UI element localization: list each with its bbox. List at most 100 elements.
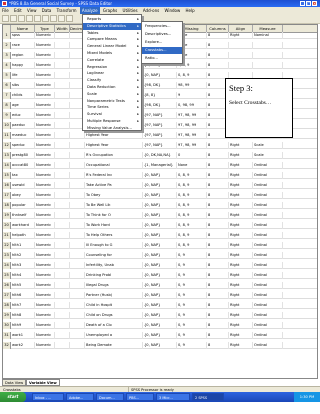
cell-align[interactable]: Right (229, 32, 253, 39)
cell-width[interactable] (55, 232, 70, 239)
cell-measure[interactable]: Ordinal (253, 162, 283, 169)
cell-columns[interactable]: 8 (207, 182, 229, 189)
cell-values[interactable]: {0, NAP} (143, 312, 177, 319)
cell-decimals[interactable] (70, 252, 85, 259)
cell-name[interactable]: usewld (11, 182, 35, 189)
cell-width[interactable] (55, 252, 70, 259)
cell-decimals[interactable] (70, 322, 85, 329)
cell-name[interactable]: hlth4 (11, 272, 35, 279)
cell-values[interactable]: {97, NAP} (143, 112, 177, 119)
cell-name[interactable]: paeduc (11, 122, 35, 129)
cell-width[interactable] (55, 292, 70, 299)
cell-align[interactable]: Right (229, 202, 253, 209)
cell-label[interactable]: Ill Enough to G (85, 242, 143, 249)
cell-label[interactable]: Child in Hospit (85, 302, 143, 309)
cell-columns[interactable]: 8 (207, 312, 229, 319)
submenu-item[interactable]: Explore... (142, 39, 182, 46)
cell-measure[interactable]: Ordinal (253, 332, 283, 339)
cell-values[interactable]: {0, NAP} (143, 182, 177, 189)
cell-name[interactable]: popular (11, 202, 35, 209)
cell-decimals[interactable] (70, 152, 85, 159)
cell-type[interactable]: Numeric (35, 182, 55, 189)
cell-decimals[interactable] (70, 312, 85, 319)
cell-type[interactable]: Numeric (35, 152, 55, 159)
cell-measure[interactable]: Ordinal (253, 172, 283, 179)
cell-missing[interactable]: 97, 98, 99 (177, 112, 207, 119)
cell-values[interactable]: {0, NAP} (143, 252, 177, 259)
cell-values[interactable]: {0, NAP} (143, 342, 177, 349)
cell-measure[interactable]: Ordinal (253, 202, 283, 209)
cell-type[interactable]: Numeric (35, 322, 55, 329)
cell-values[interactable]: {0, NAP} (143, 202, 177, 209)
table-row[interactable]: 18 popular Numeric To Be Well Lik {0, NAP} 0,… (3, 202, 317, 209)
cell-measure[interactable]: Ordinal (253, 282, 283, 289)
cell-label[interactable]: R's Occupation (85, 152, 143, 159)
cell-missing[interactable]: 0, 8, 9 (177, 172, 207, 179)
menu-data[interactable]: Data (40, 7, 54, 14)
cell-missing[interactable]: 0, 9 (177, 292, 207, 299)
cell-values[interactable]: {0, NAP} (143, 192, 177, 199)
table-row[interactable]: 26 hlth5 Numeric Illegal Drugs {0, NAP} 0, 98… (3, 282, 317, 289)
cell-missing[interactable]: 97, 98, 99 (177, 132, 207, 139)
cell-measure[interactable]: Ordinal (253, 322, 283, 329)
cell-decimals[interactable] (70, 192, 85, 199)
cell-type[interactable]: Numeric (35, 292, 55, 299)
cell-measure[interactable]: Ordinal (253, 242, 283, 249)
cell-label[interactable]: Drinking Probl (85, 272, 143, 279)
cell-width[interactable] (55, 102, 70, 109)
cell-width[interactable] (55, 32, 70, 39)
taskbar-item[interactable]: Adobe... (66, 393, 94, 401)
table-row[interactable]: 28 hlth7 Numeric Child in Hospit {0, NAP} 0, … (3, 302, 317, 309)
cell-missing[interactable]: 0, 8, 9 (177, 232, 207, 239)
cell-type[interactable]: Numeric (35, 32, 55, 39)
cell-label[interactable]: To Think for O (85, 212, 143, 219)
cell-values[interactable]: {0, NAP} (143, 222, 177, 229)
cell-label[interactable]: Counseling for (85, 252, 143, 259)
cell-values[interactable]: {8, 8} (143, 92, 177, 99)
cell-columns[interactable]: 8 (207, 322, 229, 329)
cell-values[interactable]: {98, DK} (143, 82, 177, 89)
cell-type[interactable]: Numeric (35, 52, 55, 59)
cell-width[interactable] (55, 42, 70, 49)
cell-label[interactable]: Highest Year (85, 132, 143, 139)
cell-values[interactable]: {0, NAP} (143, 232, 177, 239)
cell-type[interactable]: Numeric (35, 82, 55, 89)
cell-label[interactable]: To Work Hard (85, 222, 143, 229)
cell-label[interactable]: R's Federal Inc (85, 172, 143, 179)
cell-label[interactable]: Being Demote (85, 342, 143, 349)
cell-width[interactable] (55, 212, 70, 219)
cell-width[interactable] (55, 152, 70, 159)
cell-label[interactable]: To Be Well Lik (85, 202, 143, 209)
table-row[interactable]: 23 hlth2 Numeric Counseling for {0, NAP} 0, 9… (3, 252, 317, 259)
cell-columns[interactable]: 8 (207, 252, 229, 259)
cell-values[interactable]: {98, DK} (143, 102, 177, 109)
cell-type[interactable]: Numeric (35, 192, 55, 199)
cell-missing[interactable]: 0, 8, 9 (177, 212, 207, 219)
table-row[interactable]: 25 hlth4 Numeric Drinking Probl {0, NAP} 0, 9… (3, 272, 317, 279)
cell-name[interactable]: hlth7 (11, 302, 35, 309)
cell-values[interactable]: {0, NAP} (143, 242, 177, 249)
cell-label[interactable]: To Obey (85, 192, 143, 199)
cell-missing[interactable]: 0, 8, 9 (177, 72, 207, 79)
cell-name[interactable]: prestg80 (11, 152, 35, 159)
cell-columns[interactable]: 8 (207, 292, 229, 299)
table-row[interactable]: 16 usewld Numeric Take Active Pa {0, NAP} 0, … (3, 182, 317, 189)
cell-missing[interactable]: None (177, 162, 207, 169)
cell-name[interactable]: hlth8 (11, 312, 35, 319)
cell-width[interactable] (55, 272, 70, 279)
cell-measure[interactable]: Ordinal (253, 272, 283, 279)
undo-icon[interactable] (34, 15, 41, 22)
maximize-button[interactable]: □ (306, 1, 311, 6)
cell-missing[interactable]: 0, 9 (177, 322, 207, 329)
cell-measure[interactable]: Ordinal (253, 192, 283, 199)
cell-width[interactable] (55, 172, 70, 179)
cell-measure[interactable]: Ordinal (253, 262, 283, 269)
submenu-item[interactable]: Ratio... (142, 55, 182, 62)
cell-align[interactable]: Right (229, 222, 253, 229)
cell-label[interactable]: Partner (Husb) (85, 292, 143, 299)
cell-missing[interactable]: 0, 9 (177, 262, 207, 269)
variables-icon[interactable] (58, 15, 65, 22)
open-icon[interactable] (2, 15, 9, 22)
cell-missing[interactable]: 97, 98, 99 (177, 122, 207, 129)
table-row[interactable]: 14 occcat80 Numeric Occupational {1, Manager… (3, 162, 317, 169)
